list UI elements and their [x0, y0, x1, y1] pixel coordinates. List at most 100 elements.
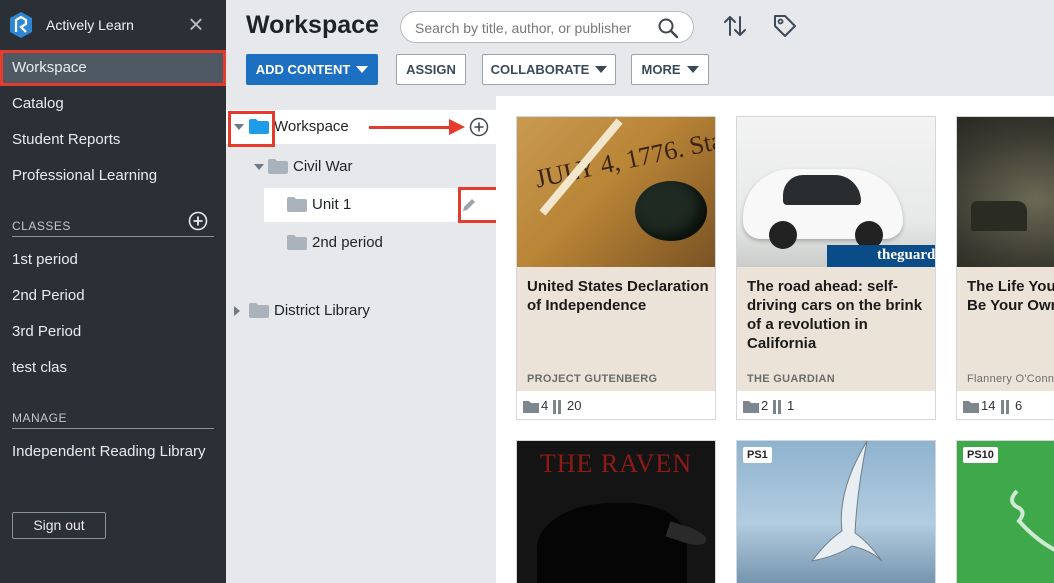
card-footer: 2 1	[737, 391, 935, 419]
assign-button[interactable]: ASSIGN	[396, 54, 466, 85]
card-title: The road ahead: self-driving cars on the…	[747, 278, 923, 352]
guardian-banner: theguardian	[827, 245, 935, 267]
content-card[interactable]: The Life You Save May Be Your Own Flanne…	[956, 116, 1054, 420]
ps-badge: PS1	[743, 447, 772, 463]
page-count-value: 20	[567, 398, 582, 413]
tree-item-district-library[interactable]: District Library	[226, 294, 496, 328]
chevron-down-icon	[356, 66, 369, 74]
class-item[interactable]: 2nd Period	[0, 278, 226, 314]
class-item[interactable]: 3rd Period	[0, 314, 226, 350]
folder-icon	[743, 401, 759, 414]
add-folder-icon[interactable]	[469, 117, 489, 137]
class-item[interactable]: 1st period	[0, 242, 226, 278]
search-icon[interactable]	[657, 17, 679, 39]
tree-item-civil-war[interactable]: Civil War	[226, 150, 496, 184]
content-card[interactable]: JULY 4, 1776. States of United States De…	[516, 116, 716, 420]
folder-icon	[287, 235, 307, 250]
nav-professional-learning[interactable]: Professional Learning	[0, 158, 226, 194]
folder-count-value: 2	[761, 398, 769, 413]
annotation-box	[458, 187, 500, 223]
card-body: United States Declaration of Independenc…	[517, 267, 715, 391]
classes-section-label: CLASSES	[12, 219, 71, 233]
card-thumbnail	[957, 117, 1054, 267]
search-box	[400, 11, 694, 43]
more-label: MORE	[641, 62, 681, 77]
page-count-value: 1	[787, 398, 795, 413]
annotation-box	[228, 111, 275, 147]
page-count: 1	[773, 398, 794, 414]
folder-icon	[963, 401, 979, 414]
brand: Actively Learn ×	[0, 0, 226, 48]
close-sidebar-icon[interactable]: ×	[186, 11, 206, 37]
folder-count-value: 14	[981, 398, 996, 413]
folder-count: 4	[523, 398, 549, 414]
tree-item-label: District Library	[274, 302, 370, 319]
folder-icon	[287, 197, 307, 212]
folder-icon	[249, 303, 269, 318]
sort-icon[interactable]	[722, 13, 748, 39]
nav-independent-reading-library[interactable]: Independent Reading Library	[0, 434, 226, 470]
tree-item-label: Civil War	[293, 158, 353, 175]
card-source: THE GUARDIAN	[747, 373, 835, 385]
nav-workspace[interactable]: Workspace	[0, 50, 226, 86]
folder-icon	[268, 159, 288, 174]
card-thumbnail: JULY 4, 1776. States of	[517, 117, 715, 267]
manage-section-label: MANAGE	[12, 411, 68, 425]
tag-icon[interactable]	[772, 13, 798, 39]
more-button[interactable]: MORE	[631, 54, 709, 85]
tree-item-label: Workspace	[274, 118, 349, 135]
collaborate-label: COLLABORATE	[490, 62, 590, 77]
expand-toggle-icon[interactable]	[234, 306, 240, 316]
sign-out-button[interactable]: Sign out	[12, 512, 106, 539]
thumbnail-text: theguardian	[877, 247, 935, 263]
page-count: 6	[1001, 398, 1022, 414]
add-class-icon[interactable]	[188, 211, 208, 231]
collaborate-button[interactable]: COLLABORATE	[482, 54, 616, 85]
sidebar: Actively Learn × Workspace Catalog Stude…	[0, 0, 226, 583]
card-footer: 14 6	[957, 391, 1054, 419]
content-card[interactable]: theguardian The road ahead: self-driving…	[736, 116, 936, 420]
annotation-arrow-head	[449, 119, 465, 135]
annotation-arrow	[369, 126, 451, 129]
content-grid: JULY 4, 1776. States of United States De…	[496, 96, 1054, 583]
pages-icon	[553, 399, 561, 414]
card-thumbnail: THE RAVEN	[517, 441, 715, 583]
vehicle-graphic	[971, 201, 1027, 231]
content-card[interactable]: THE RAVEN	[516, 440, 716, 583]
folder-count: 14	[963, 398, 996, 414]
raven-graphic	[537, 503, 687, 583]
inkwell-graphic	[635, 181, 707, 241]
thumbnail-text: JULY 4, 1776. States of	[532, 117, 715, 194]
class-item[interactable]: test clas	[0, 350, 226, 386]
page-count-value: 6	[1015, 398, 1023, 413]
leaf-graphic	[1010, 489, 1054, 552]
folder-icon	[523, 401, 539, 414]
manage-divider	[12, 428, 214, 429]
card-title: United States Declaration of Independenc…	[527, 278, 709, 314]
card-body: The road ahead: self-driving cars on the…	[737, 267, 935, 391]
ps-badge: PS10	[963, 447, 998, 463]
actively-learn-logo-icon	[10, 12, 32, 38]
add-content-button[interactable]: ADD CONTENT	[246, 54, 378, 85]
folder-count-value: 4	[541, 398, 549, 413]
folder-count: 2	[743, 398, 769, 414]
pages-icon	[773, 399, 781, 414]
car-wheel-graphic	[769, 221, 797, 249]
card-source: PROJECT GUTENBERG	[527, 373, 658, 385]
page-count: 20	[553, 398, 581, 414]
app-name: Actively Learn	[46, 17, 134, 33]
header: Workspace ADD CONTENT ASSIGN COLLABORATE…	[226, 0, 1054, 96]
classes-divider	[12, 236, 214, 237]
chevron-down-icon	[595, 66, 608, 74]
car-window-graphic	[783, 175, 861, 205]
collapse-toggle-icon[interactable]	[254, 164, 264, 170]
tree-item-label: Unit 1	[312, 196, 352, 213]
content-card[interactable]: PS1	[736, 440, 936, 583]
nav-student-reports[interactable]: Student Reports	[0, 122, 226, 158]
nav-catalog[interactable]: Catalog	[0, 86, 226, 122]
content-card[interactable]: PS10	[956, 440, 1054, 583]
tree-item-2nd-period[interactable]: 2nd period	[264, 226, 496, 260]
card-source: Flannery O'Connor	[967, 373, 1054, 385]
chevron-down-icon	[686, 66, 699, 74]
search-input[interactable]	[415, 18, 651, 38]
